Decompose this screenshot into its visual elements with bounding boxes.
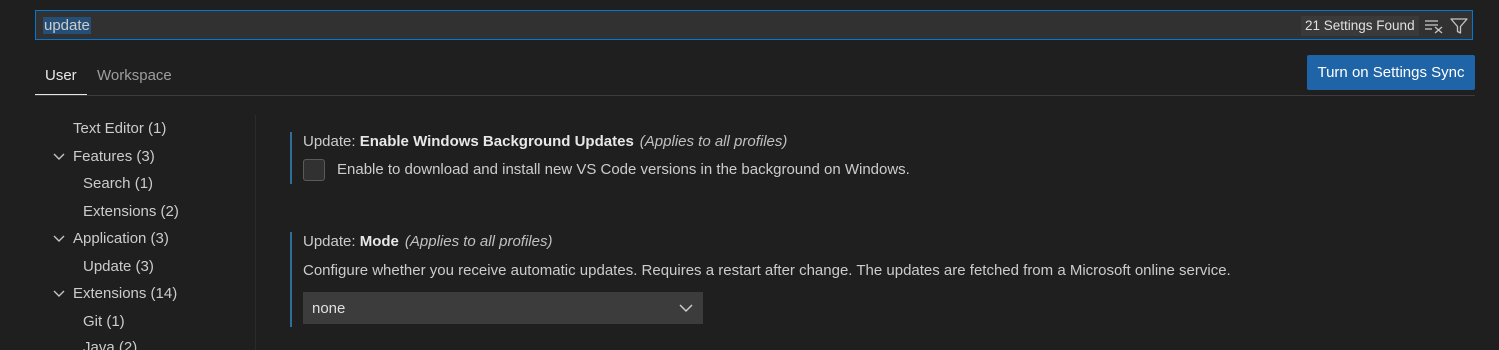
toc-divider [255, 115, 256, 350]
toc-item-git[interactable]: Git (1) [83, 313, 125, 331]
setting-focus-bar [290, 132, 292, 184]
toc-item-text-editor[interactable]: Text Editor (1) [73, 120, 166, 138]
search-query[interactable]: update [43, 17, 91, 34]
tab-workspace[interactable]: Workspace [97, 66, 172, 86]
toc-item-java[interactable]: Java (2) [83, 339, 137, 350]
setting-scope: (Applies to all profiles) [639, 133, 788, 150]
toc-item-search[interactable]: Search (1) [83, 175, 153, 193]
setting-focus-bar [290, 232, 292, 327]
setting-name: Mode [359, 233, 399, 250]
clear-filter-icon[interactable] [1424, 17, 1444, 35]
toc-item-features[interactable]: Features (3) [73, 148, 155, 166]
turn-on-settings-sync-button[interactable]: Turn on Settings Sync [1307, 55, 1475, 90]
toc-item-extensions[interactable]: Extensions (14) [73, 285, 177, 303]
setting-scope: (Applies to all profiles) [404, 233, 553, 250]
chevron-down-icon[interactable] [53, 290, 65, 298]
setting-name: Enable Windows Background Updates [359, 133, 634, 150]
setting-title: Update: Mode (Applies to all profiles) [303, 233, 552, 251]
toc-item-application[interactable]: Application (3) [73, 230, 169, 248]
setting-category: Update: [303, 133, 360, 150]
enable-background-updates-checkbox[interactable] [303, 159, 325, 181]
select-value: none [312, 300, 346, 317]
chevron-down-icon[interactable] [53, 235, 65, 243]
setting-title: Update: Enable Windows Background Update… [303, 133, 787, 151]
chevron-down-icon [679, 304, 693, 313]
toc-item-features-extensions[interactable]: Extensions (2) [83, 203, 179, 221]
settings-search-input[interactable]: update 21 Settings Found [35, 10, 1473, 40]
setting-description: Configure whether you receive automatic … [303, 262, 1231, 279]
chevron-down-icon[interactable] [53, 153, 65, 161]
search-result-count: 21 Settings Found [1301, 16, 1419, 36]
setting-category: Update: [303, 233, 360, 250]
update-mode-select[interactable]: none [303, 292, 703, 324]
settings-editor: update 21 Settings Found User Workspace … [0, 0, 1499, 350]
toc-item-update[interactable]: Update (3) [83, 258, 154, 276]
setting-description: Enable to download and install new VS Co… [337, 161, 910, 178]
tab-user[interactable]: User [45, 66, 77, 86]
header-divider [35, 95, 1475, 96]
filter-icon[interactable] [1449, 17, 1469, 35]
